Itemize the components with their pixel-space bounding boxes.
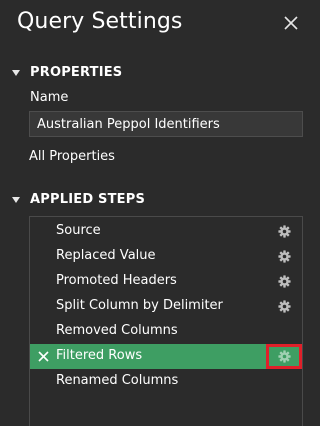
- gear-icon[interactable]: [278, 300, 291, 313]
- step-promoted-headers[interactable]: Promoted Headers: [30, 269, 302, 294]
- step-label: Filtered Rows: [56, 348, 143, 363]
- step-label: Split Column by Delimiter: [56, 298, 223, 313]
- gear-icon[interactable]: [278, 225, 291, 238]
- applied-steps-list: Source Replaced Value Promoted Headers S…: [29, 216, 303, 426]
- step-renamed-columns[interactable]: Renamed Columns: [30, 369, 302, 394]
- step-label: Renamed Columns: [56, 373, 179, 388]
- step-source[interactable]: Source: [30, 219, 302, 244]
- step-label: Source: [56, 223, 101, 238]
- step-removed-columns[interactable]: Removed Columns: [30, 319, 302, 344]
- pane-title: Query Settings: [17, 9, 183, 34]
- gear-icon[interactable]: [278, 250, 291, 263]
- collapse-triangle-icon: [12, 69, 20, 76]
- all-properties-link[interactable]: All Properties: [29, 149, 115, 164]
- gear-icon[interactable]: [278, 275, 291, 288]
- step-split-column-by-delimiter[interactable]: Split Column by Delimiter: [30, 294, 302, 319]
- applied-steps-section-label: APPLIED STEPS: [30, 191, 146, 207]
- step-label: Promoted Headers: [56, 273, 177, 288]
- properties-section-toggle[interactable]: PROPERTIES: [12, 62, 122, 82]
- name-label: Name: [30, 90, 69, 105]
- close-icon: [284, 16, 298, 30]
- step-filtered-rows[interactable]: Filtered Rows: [30, 344, 302, 369]
- delete-step-icon[interactable]: [38, 351, 49, 362]
- step-label: Removed Columns: [56, 323, 178, 338]
- properties-section-label: PROPERTIES: [30, 64, 123, 80]
- gear-highlight-box: [266, 344, 302, 369]
- query-name-input[interactable]: [29, 111, 303, 137]
- applied-steps-section-toggle[interactable]: APPLIED STEPS: [12, 189, 145, 209]
- query-settings-pane: Query Settings PROPERTIES Name All Prope…: [0, 0, 318, 426]
- close-button[interactable]: [280, 12, 302, 34]
- step-label: Replaced Value: [56, 248, 156, 263]
- collapse-triangle-icon: [12, 196, 20, 203]
- step-replaced-value[interactable]: Replaced Value: [30, 244, 302, 269]
